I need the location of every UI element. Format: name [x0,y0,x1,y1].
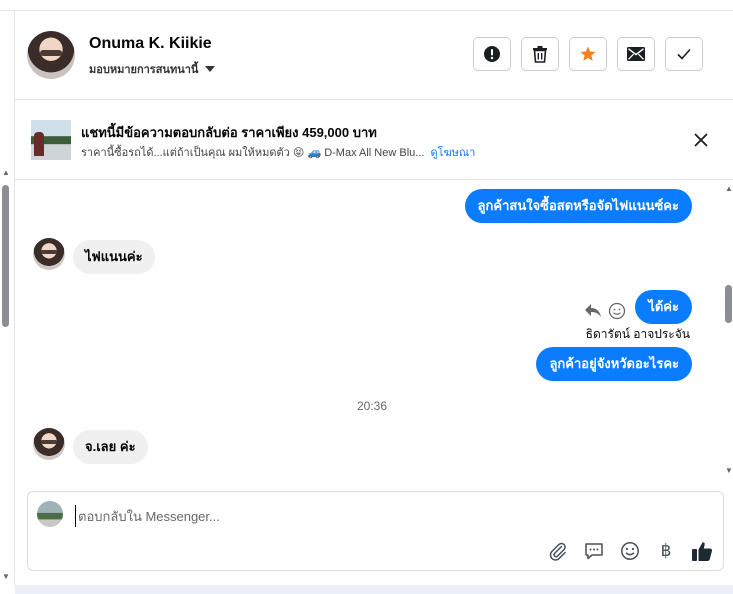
chat-scroll-down-arrow[interactable]: ▼ [725,466,733,475]
contact-avatar[interactable] [27,31,75,79]
trash-icon [533,46,547,63]
incoming-message[interactable]: จ.เลย ค่ะ [73,430,148,464]
reply-input[interactable] [75,505,698,527]
exclamation-circle-icon [484,46,500,62]
star-button[interactable] [569,37,607,71]
bottom-bar [15,585,733,594]
outgoing-message[interactable]: ลูกค้าอยู่จังหวัดอะไรคะ [536,347,692,381]
assign-label: มอบหมายการสนทนานี้ [89,64,199,76]
left-scrollbar[interactable] [2,185,9,327]
emoji-button[interactable] [619,540,641,562]
react-smiley-icon[interactable] [608,302,626,320]
mark-spam-button[interactable] [473,37,511,71]
contact-avatar-small[interactable] [33,428,65,460]
checkmark-icon [677,48,691,60]
chat-bubble-icon [585,543,603,560]
mark-unread-button[interactable] [617,37,655,71]
close-banner-button[interactable] [691,130,711,150]
page-avatar [37,501,63,527]
mark-done-button[interactable] [665,37,703,71]
contact-name[interactable]: Onuma K. Kiikie [89,35,212,53]
ad-title: แชทนี้มีข้อความตอบกลับต่อ ราคาเพียง 459,… [81,125,377,140]
attach-button[interactable] [547,540,569,562]
outgoing-message[interactable]: ได้ค่ะ [635,290,692,324]
thumbs-up-icon [692,542,712,561]
assign-conversation-dropdown[interactable]: มอบหมายการสนทนานี้ [89,60,216,78]
like-button[interactable] [691,540,713,562]
smiley-icon [621,542,639,560]
caret-down-icon [205,66,216,72]
payment-button[interactable]: ฿ [655,540,677,562]
star-icon [580,46,596,61]
close-icon [694,133,708,147]
contact-avatar-small[interactable] [33,238,65,270]
message-actions [584,302,626,320]
paperclip-icon [549,542,566,561]
outgoing-message[interactable]: ลูกค้าสนใจซื้อสดหรือจัดไฟแนนซ์คะ [464,189,692,223]
message-timestamp: 20:36 [356,399,388,413]
saved-replies-button[interactable] [583,540,605,562]
view-ad-link[interactable]: ดูโฆษณา [430,147,475,159]
incoming-message[interactable]: ไฟแนนค่ะ [73,240,155,274]
ad-description: ราคานี้ซื้อรถได้...แต่ถ้าเป็นคุณ ผมให้หม… [81,147,425,159]
reply-icon[interactable] [584,303,602,319]
baht-icon: ฿ [660,541,672,560]
ad-context-banner: แชทนี้มีข้อความตอบกลับต่อ ราคาเพียง 459,… [15,100,733,180]
conversation-header: Onuma K. Kiikie มอบหมายการสนทนานี้ [15,11,733,100]
ad-subtitle: ราคานี้ซื้อรถได้...แต่ถ้าเป็นคุณ ผมให้หม… [81,143,475,161]
ad-thumbnail[interactable] [31,120,71,160]
left-scroll-up-arrow[interactable]: ▲ [2,168,10,177]
delete-button[interactable] [521,37,559,71]
reply-composer: ฿ [27,491,724,571]
chat-scroll-up-arrow[interactable]: ▲ [725,184,733,193]
envelope-icon [627,47,645,61]
sender-name: ธิดารัตน์ อาจประจัน [585,327,690,341]
chat-scrollbar[interactable] [725,285,732,323]
left-scroll-down-arrow[interactable]: ▼ [2,572,10,581]
